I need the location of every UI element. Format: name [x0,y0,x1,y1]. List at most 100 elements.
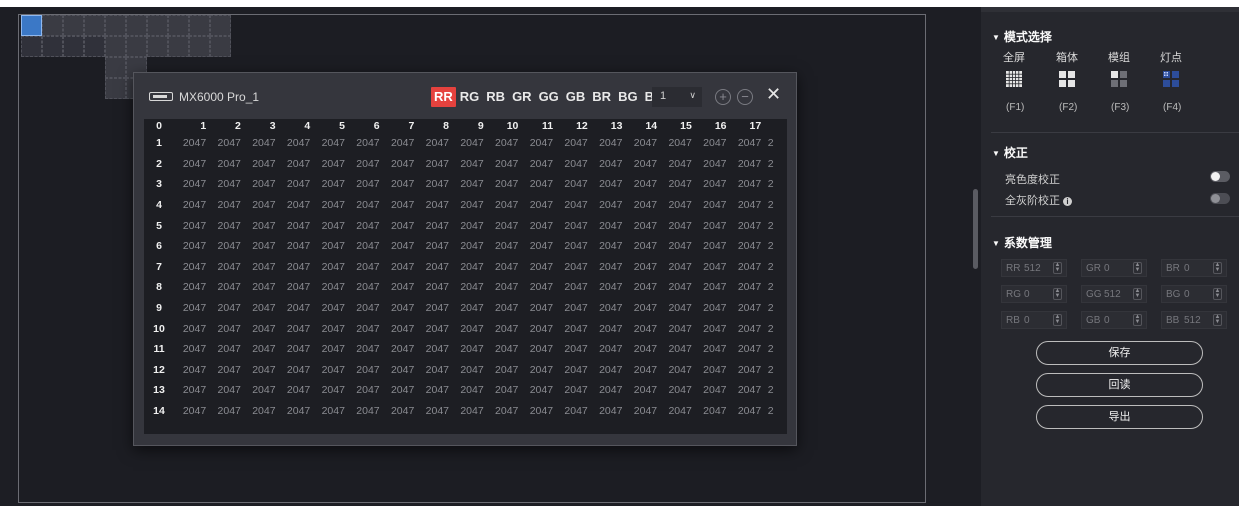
table-cell[interactable]: 2047 [243,215,278,236]
table-cell[interactable]: 2047 [590,318,625,339]
table-cell[interactable]: 2047 [382,401,417,422]
table-cell[interactable]: 2047 [625,380,660,401]
table-cell[interactable]: 2047 [382,195,417,216]
table-cell[interactable]: 2047 [694,133,729,154]
table-cell[interactable]: 2047 [452,277,487,298]
table-cell[interactable]: 2047 [174,215,209,236]
table-cell[interactable]: 2047 [556,401,591,422]
table-cell[interactable]: 2047 [382,380,417,401]
table-cell[interactable]: 2047 [417,318,452,339]
table-cell[interactable]: 2047 [625,318,660,339]
table-cell[interactable]: 2047 [521,215,556,236]
full-grayscale-toggle[interactable] [1210,193,1230,204]
cabinet-tile[interactable] [189,36,210,57]
table-cell[interactable]: 2047 [452,380,487,401]
info-icon[interactable]: i [1063,197,1072,206]
readback-button[interactable]: 回读 [1036,373,1203,397]
table-cell[interactable]: 2047 [382,133,417,154]
coef-value[interactable]: 0 [1184,263,1190,274]
table-cell[interactable]: 2047 [243,236,278,257]
table-cell[interactable]: 2047 [382,277,417,298]
cabinet-tile[interactable] [42,36,63,57]
table-cell[interactable]: 2047 [278,195,313,216]
table-cell[interactable]: 2047 [174,360,209,381]
table-cell[interactable]: 2047 [729,257,764,278]
save-button[interactable]: 保存 [1036,341,1203,365]
table-cell[interactable]: 2047 [590,298,625,319]
table-cell[interactable]: 2047 [209,298,244,319]
cabinet-tile[interactable] [105,57,126,78]
table-cell[interactable]: 2047 [313,257,348,278]
table-cell[interactable]: 2047 [313,277,348,298]
table-cell[interactable]: 2047 [209,380,244,401]
coef-value[interactable]: 512 [1184,315,1201,326]
table-cell[interactable]: 2047 [694,236,729,257]
table-cell[interactable]: 2047 [660,339,695,360]
table-cell[interactable]: 2047 [174,277,209,298]
spinner-icon[interactable]: ▲ ▼ [1053,288,1062,300]
table-cell[interactable]: 2047 [521,257,556,278]
table-cell[interactable]: 2047 [347,298,382,319]
table-cell[interactable]: 2047 [486,380,521,401]
cabinet-tile[interactable] [147,15,168,36]
canvas-scrollbar[interactable] [973,189,978,269]
table-cell[interactable]: 2047 [174,174,209,195]
brightness-chroma-toggle[interactable] [1210,171,1230,182]
module-grid-icon[interactable] [1111,71,1127,87]
table-cell[interactable]: 2047 [313,380,348,401]
table-cell[interactable]: 2047 [625,257,660,278]
table-cell[interactable]: 2047 [660,215,695,236]
table-cell[interactable]: 2047 [625,154,660,175]
table-cell[interactable]: 2047 [694,174,729,195]
table-cell[interactable]: 2047 [243,133,278,154]
cabinet-tile[interactable] [210,36,231,57]
table-cell[interactable]: 2047 [347,133,382,154]
table-cell[interactable]: 2047 [694,360,729,381]
table-cell[interactable]: 2047 [521,236,556,257]
table-cell[interactable]: 2047 [660,174,695,195]
table-cell[interactable]: 2047 [556,380,591,401]
table-cell[interactable]: 2047 [625,236,660,257]
spinner-icon[interactable]: ▲ ▼ [1053,314,1062,326]
table-cell[interactable]: 2047 [486,277,521,298]
coef-value[interactable]: 512 [1024,263,1041,274]
cabinet-tile[interactable] [147,36,168,57]
table-cell[interactable]: 2047 [174,133,209,154]
table-cell[interactable]: 2047 [209,339,244,360]
table-cell[interactable]: 2047 [313,154,348,175]
channel-tab-br[interactable]: BR [589,87,614,107]
table-cell[interactable]: 2047 [729,360,764,381]
table-cell[interactable]: 2047 [521,174,556,195]
table-cell[interactable]: 2047 [521,298,556,319]
cabinet-tile[interactable] [42,15,63,36]
table-cell[interactable]: 2047 [625,339,660,360]
table-cell[interactable]: 2047 [174,298,209,319]
table-cell[interactable]: 2047 [382,154,417,175]
spinner-icon[interactable]: ▲ ▼ [1133,288,1142,300]
table-cell[interactable]: 2047 [417,257,452,278]
table-cell[interactable]: 2047 [417,339,452,360]
table-cell[interactable]: 2047 [625,298,660,319]
table-cell[interactable]: 2047 [174,318,209,339]
table-cell[interactable]: 2047 [243,257,278,278]
table-cell[interactable]: 2047 [486,215,521,236]
remove-icon[interactable]: − [737,89,753,105]
table-cell[interactable]: 2047 [313,318,348,339]
table-cell[interactable]: 2047 [243,401,278,422]
table-cell[interactable]: 2047 [278,380,313,401]
add-icon[interactable]: + [715,89,731,105]
table-cell[interactable]: 2047 [625,277,660,298]
channel-tab-gb[interactable]: GB [563,87,589,107]
cabinet-tile[interactable] [189,15,210,36]
table-cell[interactable]: 2047 [382,174,417,195]
table-cell[interactable]: 2047 [694,215,729,236]
table-cell[interactable]: 2047 [347,360,382,381]
table-cell[interactable]: 2047 [625,133,660,154]
table-cell[interactable]: 2047 [347,277,382,298]
table-cell[interactable]: 2047 [521,133,556,154]
table-cell[interactable]: 2047 [347,195,382,216]
table-cell[interactable]: 2047 [625,174,660,195]
table-cell[interactable]: 2047 [209,195,244,216]
table-cell[interactable]: 2047 [729,298,764,319]
table-cell[interactable]: 2047 [209,236,244,257]
